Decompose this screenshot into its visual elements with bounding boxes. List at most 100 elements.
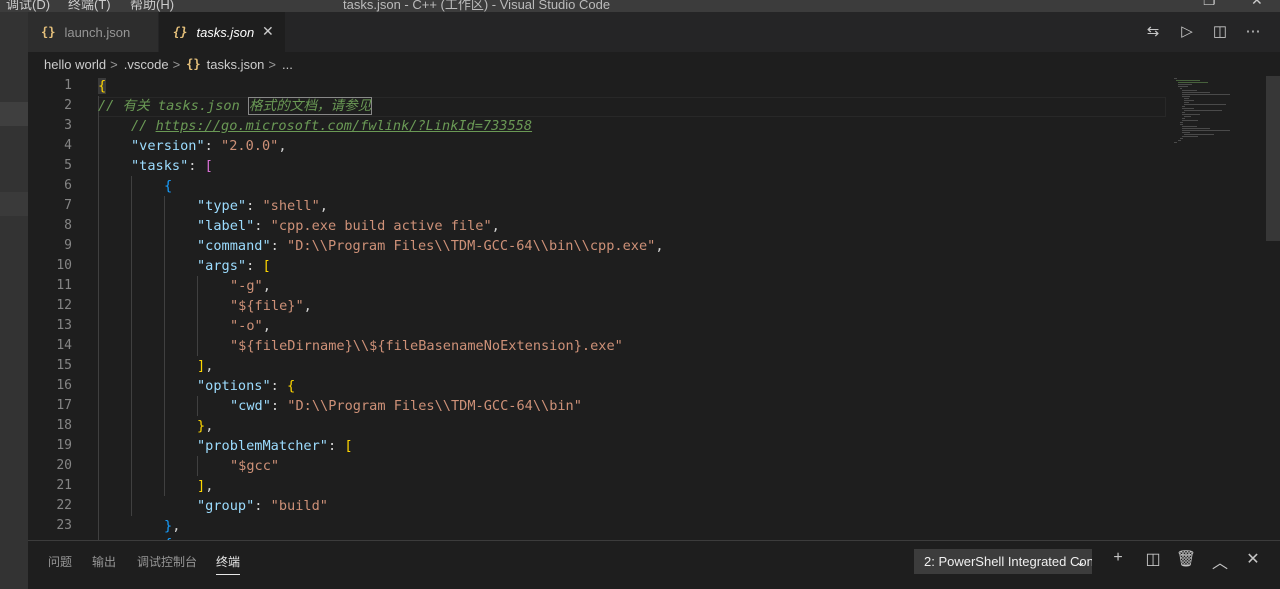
code-editor[interactable]: 1 2 3 4 5 6 7 8 9 10 11 12 13 14 15 16 1…	[28, 76, 1280, 540]
code-line: ],	[197, 478, 214, 494]
line-number: 4	[64, 138, 72, 153]
new-terminal-icon[interactable]: +	[1107, 549, 1129, 567]
json-key: "cwd"	[230, 398, 271, 414]
more-actions-icon[interactable]: ⋯	[1242, 22, 1264, 40]
open-changes-icon[interactable]: ⇆	[1142, 22, 1164, 40]
run-icon[interactable]: ▷	[1176, 22, 1198, 40]
breadcrumb-folder[interactable]: .vscode	[124, 57, 169, 72]
code-line: {	[164, 178, 173, 194]
line-number: 17	[56, 398, 72, 413]
tab-debug-console[interactable]: 调试控制台	[137, 553, 197, 570]
line-number: 21	[56, 478, 72, 493]
code-line: "label": "cpp.exe build active file",	[197, 218, 500, 234]
menu-debug[interactable]: 调试(D)	[6, 0, 50, 12]
json-string: "${fileDirname}\\${fileBasenameNoExtensi…	[230, 338, 623, 354]
code-line: {	[98, 76, 107, 96]
menu-help[interactable]: 帮助(H)	[130, 0, 174, 12]
json-key: "label"	[197, 218, 255, 234]
json-key: "args"	[197, 258, 247, 274]
code-line: "-g",	[230, 278, 271, 294]
json-key: "group"	[197, 498, 255, 514]
code-line: "tasks": [	[131, 158, 213, 174]
terminal-select-value: 2: PowerShell Integrated Console	[924, 554, 1092, 569]
json-key: "type"	[197, 198, 247, 214]
line-number: 11	[56, 278, 72, 293]
indent-guide	[164, 196, 165, 496]
title-bar: 调试(D) 终端(T) 帮助(H) tasks.json - C++ (工作区)…	[0, 0, 1280, 12]
split-terminal-icon[interactable]: ◫	[1142, 549, 1164, 569]
line-number: 20	[56, 458, 72, 473]
close-panel-icon[interactable]: ✕	[1242, 549, 1264, 569]
breadcrumb-file[interactable]: tasks.json	[207, 57, 265, 72]
split-editor-icon[interactable]: ◫	[1209, 22, 1231, 40]
json-key: "command"	[197, 238, 271, 254]
line-number: 1	[64, 78, 72, 93]
tab-label: tasks.json	[196, 24, 255, 40]
code-line: "type": "shell",	[197, 198, 328, 214]
tab-label: launch.json	[64, 24, 131, 40]
comment-link[interactable]: https://go.microsoft.com/fwlink/?LinkId=…	[156, 118, 532, 134]
line-number: 12	[56, 298, 72, 313]
line-number: 22	[56, 498, 72, 513]
vertical-scrollbar[interactable]	[1266, 76, 1280, 241]
json-key: "tasks"	[131, 158, 189, 174]
code-line: },	[164, 518, 181, 534]
line-number: 15	[56, 358, 72, 373]
code-line: ],	[197, 358, 214, 374]
tab-terminal[interactable]: 终端	[216, 553, 241, 575]
chevron-right-icon: >	[110, 56, 118, 72]
line-number: 23	[56, 518, 72, 533]
activity-item[interactable]	[0, 192, 28, 216]
chevron-down-icon: ⌄	[1075, 554, 1086, 569]
json-file-icon: {}	[41, 25, 56, 39]
code-line: // https://go.microsoft.com/fwlink/?Link…	[131, 116, 532, 136]
line-number: 2	[64, 98, 72, 113]
line-number: 13	[56, 318, 72, 333]
breadcrumb-root[interactable]: hello world	[44, 57, 106, 72]
bottom-panel: 问题 输出 调试控制台 终端 2: PowerShell Integrated …	[28, 540, 1280, 589]
json-string: "${file}"	[230, 298, 304, 314]
code-line: "options": {	[197, 378, 296, 394]
code-line: // 有关 tasks.json 格式的文档，请参见	[98, 96, 373, 116]
indent-guide	[197, 456, 198, 476]
code-line: },	[197, 418, 214, 434]
line-number: 7	[64, 198, 72, 213]
breadcrumb-more[interactable]: ...	[282, 57, 293, 72]
json-string: "build"	[270, 498, 328, 514]
minimap[interactable]	[1172, 76, 1268, 156]
indent-guide	[131, 176, 132, 516]
code-line: "-o",	[230, 318, 271, 334]
line-number: 10	[56, 258, 72, 273]
line-number: 8	[64, 218, 72, 233]
close-window-icon[interactable]: ✕	[1251, 0, 1263, 9]
line-number: 14	[56, 338, 72, 353]
menu-terminal[interactable]: 终端(T)	[68, 0, 111, 12]
json-string: "cpp.exe build active file"	[270, 218, 492, 234]
code-line: "args": [	[197, 258, 271, 274]
json-key: "version"	[131, 138, 205, 154]
restore-window-icon[interactable]: ❐	[1203, 0, 1216, 9]
indent-guide	[98, 96, 99, 540]
code-line: "$gcc"	[230, 456, 279, 476]
code-line: "problemMatcher": [	[197, 438, 353, 454]
maximize-panel-icon[interactable]: ︿	[1209, 549, 1231, 573]
comment-selection: 格式的文档，请参见	[247, 97, 373, 115]
tab-problems[interactable]: 问题	[48, 553, 72, 570]
tab-launch-json[interactable]: {} launch.json	[28, 12, 158, 52]
trash-icon[interactable]: 🗑	[1175, 549, 1197, 569]
comment: // 有关 tasks.json	[98, 98, 248, 114]
tab-output[interactable]: 输出	[92, 553, 116, 570]
tab-tasks-json[interactable]: {} tasks.json ✕	[159, 12, 285, 52]
close-tab-icon[interactable]: ✕	[262, 23, 274, 40]
breadcrumb: hello world > .vscode > {} tasks.json > …	[28, 52, 1280, 76]
json-string: "2.0.0"	[221, 138, 279, 154]
activity-item-active[interactable]	[0, 102, 28, 126]
chevron-right-icon: >	[172, 56, 181, 72]
terminal-select[interactable]: 2: PowerShell Integrated Console ⌄	[914, 549, 1092, 574]
json-string: "shell"	[262, 198, 320, 214]
indent-guide	[197, 396, 198, 416]
code-line: "${fileDirname}\\${fileBasenameNoExtensi…	[230, 336, 623, 356]
code-line: "command": "D:\\Program Files\\TDM-GCC-6…	[197, 238, 664, 254]
indent-guide	[197, 276, 198, 356]
json-key: "problemMatcher"	[197, 438, 328, 454]
